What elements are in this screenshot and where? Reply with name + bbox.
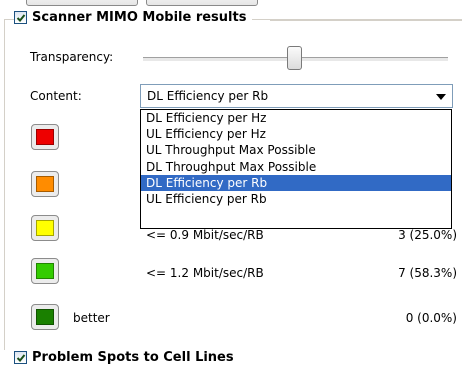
legend-color-fill bbox=[36, 220, 54, 236]
next-group-header: Problem Spots to Cell Lines bbox=[14, 350, 234, 365]
dropdown-option[interactable]: DL Throughput Max Possible bbox=[141, 159, 451, 175]
dropdown-option-highlighted[interactable]: DL Efficiency per Rb bbox=[141, 174, 451, 191]
legend-range-green: <= 1.2 Mbit/sec/RB bbox=[146, 266, 264, 280]
group-divider bbox=[270, 20, 462, 21]
legend-swatch-red[interactable] bbox=[31, 124, 59, 150]
checkmark-icon bbox=[16, 353, 25, 362]
legend-count-better: 0 (0.0%) bbox=[405, 311, 457, 325]
legend-color-fill bbox=[36, 129, 54, 145]
group-header: Scanner MIMO Mobile results bbox=[14, 10, 253, 25]
legend-color-fill bbox=[36, 263, 54, 279]
dropdown-option[interactable]: UL Throughput Max Possible bbox=[141, 142, 451, 158]
content-label: Content: bbox=[30, 89, 82, 103]
dropdown-arrow-icon[interactable] bbox=[436, 94, 446, 100]
dropdown-option[interactable]: UL Efficiency per Hz bbox=[141, 126, 451, 142]
content-dropdown-list: DL Efficiency per Hz UL Efficiency per H… bbox=[140, 109, 452, 229]
group-enable-checkbox[interactable] bbox=[14, 11, 27, 24]
next-group-checkbox[interactable] bbox=[14, 351, 27, 364]
next-group-title: Problem Spots to Cell Lines bbox=[32, 350, 234, 365]
dropdown-option[interactable]: DL Efficiency per Hz bbox=[141, 110, 451, 126]
transparency-label: Transparency: bbox=[30, 50, 114, 64]
transparency-slider-thumb[interactable] bbox=[287, 46, 302, 70]
legend-count-yellow: 3 (25.0%) bbox=[398, 228, 457, 242]
top-button-left[interactable] bbox=[26, 0, 138, 6]
legend-range-better: better bbox=[73, 311, 110, 325]
legend-count-green: 7 (58.3%) bbox=[398, 266, 457, 280]
content-combobox[interactable]: DL Efficiency per Rb bbox=[140, 84, 453, 108]
legend-color-fill bbox=[36, 309, 54, 325]
group-title: Scanner MIMO Mobile results bbox=[32, 10, 247, 25]
legend-swatch-dark-green[interactable] bbox=[31, 304, 59, 330]
top-button-right[interactable] bbox=[146, 0, 258, 6]
content-selected-value: DL Efficiency per Rb bbox=[147, 89, 269, 103]
legend-swatch-orange[interactable] bbox=[31, 171, 59, 197]
legend-range-yellow: <= 0.9 Mbit/sec/RB bbox=[146, 228, 264, 242]
checkmark-icon bbox=[16, 13, 25, 22]
legend-color-fill bbox=[36, 176, 54, 192]
legend-swatch-yellow[interactable] bbox=[31, 215, 59, 241]
legend-swatch-green[interactable] bbox=[31, 258, 59, 284]
dropdown-option[interactable]: UL Efficiency per Rb bbox=[141, 191, 451, 207]
